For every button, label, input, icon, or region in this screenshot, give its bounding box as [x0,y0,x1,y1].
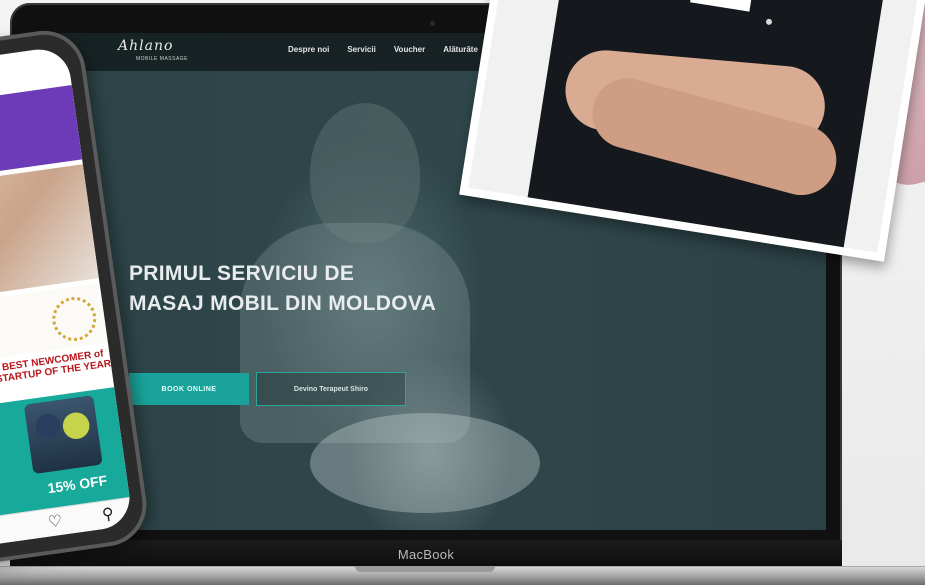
nav-voucher[interactable]: Voucher [394,45,425,54]
macbook-notch [355,566,495,572]
therapist-silhouette [310,103,420,243]
nav-join[interactable]: Alăturăte [443,45,478,54]
heart-icon[interactable]: ♡ [47,511,64,533]
user-icon[interactable]: ⚲ [101,503,115,524]
massage-table [310,413,540,513]
hero-title: PRIMUL SERVICIU DE MASAJ MOBIL DIN MOLDO… [129,259,436,319]
hero-title-line1: PRIMUL SERVICIU DE [129,262,355,285]
macbook-chin: MacBook [10,540,842,568]
logo-subtitle: MOBILE MASSAGE [136,56,189,62]
logo-script: Ahlano [118,38,174,54]
scene: Ahlano MOBILE MASSAGE Despre noi Servici… [0,0,925,585]
book-online-button[interactable]: BOOK ONLINE [129,373,249,405]
phone-team-photo [23,395,103,475]
hero-title-line2: MASAJ MOBIL DIN MOLDOVA [129,292,437,315]
site-logo[interactable]: Ahlano MOBILE MASSAGE [118,38,198,66]
become-therapist-button[interactable]: Devino Terapeut Shiro [256,372,406,406]
nav-about[interactable]: Despre noi [288,45,329,54]
therapist-body [240,223,470,443]
nav-services[interactable]: Servicii [347,45,375,54]
camera-dot [430,21,435,26]
main-nav: Despre noi Servicii Voucher Alăturăte Co [288,45,507,54]
macbook-label: MacBook [397,547,455,562]
